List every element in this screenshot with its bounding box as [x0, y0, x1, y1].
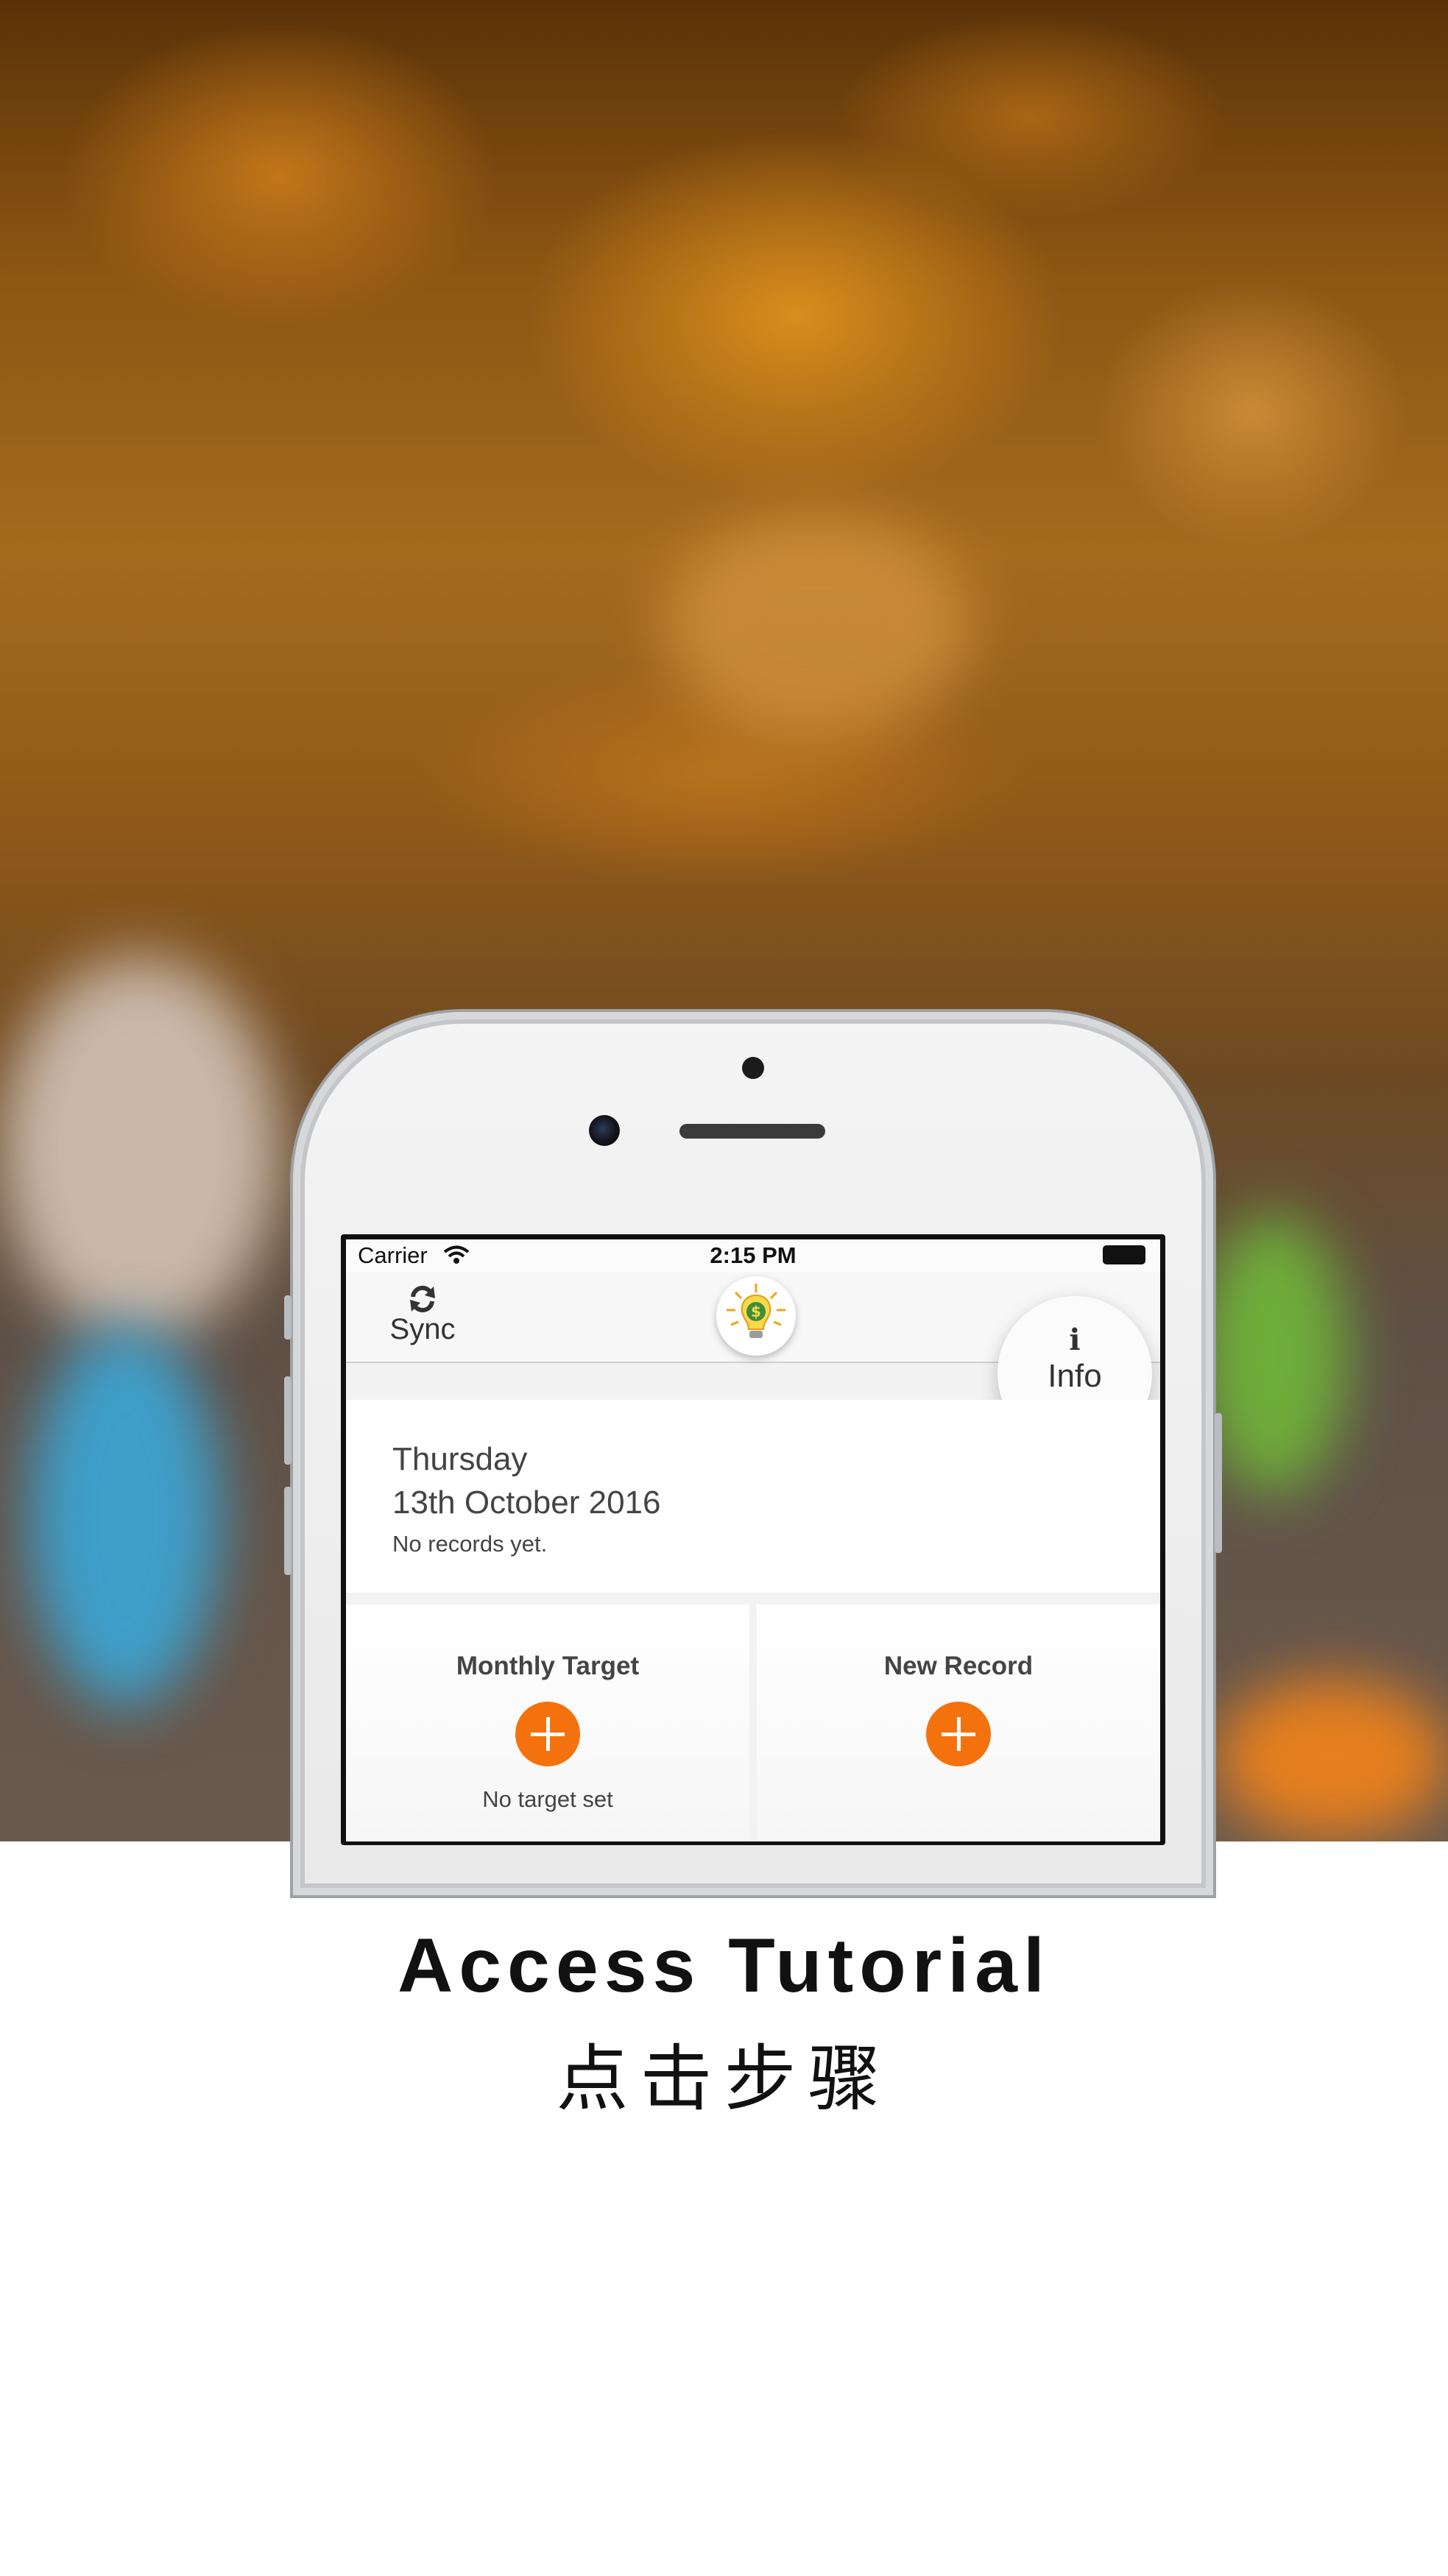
status-bar: Carrier 2:15 PM	[346, 1239, 1160, 1272]
power-button	[1215, 1413, 1222, 1553]
app-logo: $	[716, 1276, 796, 1356]
proximity-sensor	[742, 1057, 764, 1079]
caption-title: Access Tutorial	[398, 1923, 1050, 2009]
front-camera	[589, 1115, 620, 1146]
monthly-target-tile[interactable]: Monthly Target No target set	[346, 1604, 749, 1841]
new-record-tile[interactable]: New Record	[757, 1604, 1160, 1841]
bg-figure-blue	[29, 1325, 221, 1708]
monthly-target-title: Monthly Target	[456, 1652, 640, 1680]
bg-orange-area	[1215, 1678, 1448, 1840]
app-screen: Carrier 2:15 PM Sync $ i Info Thursday 1…	[346, 1239, 1160, 1841]
volume-up-button	[284, 1376, 292, 1465]
status-time: 2:15 PM	[710, 1242, 797, 1268]
bg-light-patch	[663, 515, 972, 736]
info-label: Info	[1048, 1358, 1102, 1394]
bg-figure-green	[1200, 1214, 1347, 1494]
date-full: 13th October 2016	[392, 1485, 661, 1521]
earpiece-speaker	[679, 1124, 825, 1139]
bg-highlight-left	[0, 957, 280, 1340]
battery-icon	[1103, 1245, 1145, 1264]
date-weekday: Thursday	[392, 1441, 528, 1477]
records-status: No records yet.	[392, 1531, 548, 1557]
add-record-button[interactable]	[926, 1702, 991, 1766]
svg-text:$: $	[751, 1303, 761, 1320]
date-card: Thursday 13th October 2016 No records ye…	[346, 1400, 1160, 1593]
target-status: No target set	[482, 1786, 613, 1812]
sync-button[interactable]: Sync	[378, 1279, 467, 1353]
info-icon: i	[1069, 1323, 1081, 1357]
sync-label: Sync	[389, 1313, 456, 1345]
volume-down-button	[284, 1487, 292, 1575]
refresh-icon	[410, 1285, 435, 1313]
caption-subtitle: 点击步骤	[556, 2037, 892, 2121]
new-record-title: New Record	[883, 1652, 1034, 1680]
add-target-button[interactable]	[515, 1702, 580, 1766]
nav-bar: Sync $ i Info	[346, 1272, 1160, 1451]
mute-switch	[284, 1295, 292, 1340]
lightbulb-dollar-icon: $	[727, 1284, 785, 1338]
